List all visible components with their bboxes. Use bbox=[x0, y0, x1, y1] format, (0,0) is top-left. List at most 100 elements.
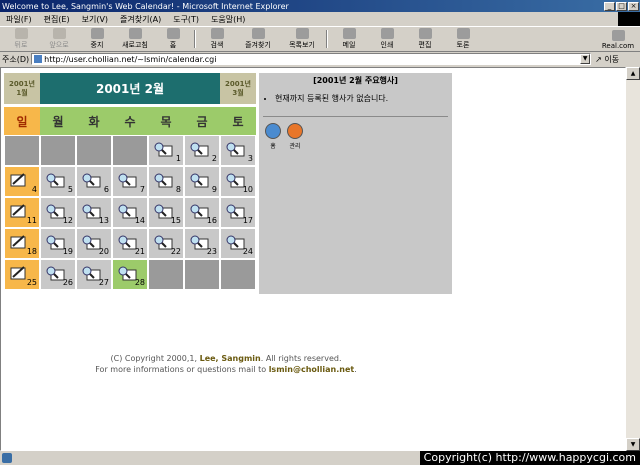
print-button[interactable]: 인쇄 bbox=[368, 27, 406, 51]
weekday-sunday: 일 bbox=[4, 107, 40, 135]
menu-edit[interactable]: 편집(E) bbox=[38, 14, 76, 25]
day-cell-28[interactable]: 28 bbox=[112, 259, 148, 290]
day-cell-15[interactable]: 15 bbox=[148, 197, 184, 228]
day-cell-25[interactable]: 25 bbox=[4, 259, 40, 290]
back-button[interactable]: 뒤로 bbox=[2, 27, 40, 51]
history-button[interactable]: 목록보기 bbox=[280, 27, 324, 51]
home-button[interactable]: 홈 bbox=[154, 27, 192, 51]
day-cell-13[interactable]: 13 bbox=[76, 197, 112, 228]
empty-day-cell bbox=[4, 135, 40, 166]
events-actions: 홈 관리 bbox=[265, 123, 303, 150]
menu-view[interactable]: 보기(V) bbox=[76, 14, 114, 25]
toolbar-separator bbox=[194, 30, 196, 48]
day-number: 13 bbox=[98, 216, 109, 225]
day-number: 4 bbox=[31, 185, 37, 194]
close-button[interactable]: × bbox=[628, 1, 639, 11]
address-url: http://user.chollian.net/~lsmin/calendar… bbox=[44, 54, 217, 64]
status-page-icon bbox=[2, 453, 12, 463]
copyright-watermark: Copyright(c) http://www.happycgi.com bbox=[419, 451, 640, 465]
search-note-icon bbox=[82, 173, 101, 188]
status-bar: Copyright(c) http://www.happycgi.com bbox=[0, 451, 640, 465]
menu-favorites[interactable]: 즐겨찾기(A) bbox=[114, 14, 167, 25]
empty-day-cell bbox=[184, 259, 220, 290]
day-number: 1 bbox=[175, 154, 181, 163]
scroll-up-icon[interactable]: ▲ bbox=[626, 67, 640, 80]
day-cell-16[interactable]: 16 bbox=[184, 197, 220, 228]
day-cell-24[interactable]: 24 bbox=[220, 228, 256, 259]
search-note-icon bbox=[46, 173, 65, 188]
address-dropdown-button[interactable]: ▼ bbox=[580, 54, 591, 64]
back-arrow-icon bbox=[14, 28, 28, 39]
stop-button[interactable]: 중지 bbox=[78, 27, 116, 51]
day-cell-27[interactable]: 27 bbox=[76, 259, 112, 290]
footer-contact: For more informations or questions mail … bbox=[95, 365, 357, 374]
favorites-button[interactable]: 즐겨찾기 bbox=[236, 27, 280, 51]
forward-button[interactable]: 앞으로 bbox=[40, 27, 78, 51]
day-cell-20[interactable]: 20 bbox=[76, 228, 112, 259]
scroll-down-icon[interactable]: ▼ bbox=[626, 438, 640, 451]
day-number: 23 bbox=[206, 247, 217, 256]
empty-day-cell bbox=[40, 135, 76, 166]
weekday-monday: 월 bbox=[40, 107, 76, 135]
events-list: 현재까지 등록된 행사가 없습니다. bbox=[275, 93, 452, 104]
real-button[interactable]: Real.com bbox=[596, 27, 640, 51]
go-button[interactable]: ↗ 이동 bbox=[595, 54, 619, 65]
day-number: 22 bbox=[170, 247, 181, 256]
toolbar-separator bbox=[326, 30, 328, 48]
edit-button[interactable]: 편집 bbox=[406, 27, 444, 51]
day-cell-14[interactable]: 14 bbox=[112, 197, 148, 228]
prev-month-link[interactable]: 2001년 1월 bbox=[4, 73, 40, 104]
calendar-grid: 2001년 1월 2001년 2월 2001년 3월 일 월 화 수 목 금 토… bbox=[4, 73, 256, 290]
refresh-button[interactable]: 새로고침 bbox=[116, 27, 154, 51]
day-number: 12 bbox=[62, 216, 73, 225]
day-cell-10[interactable]: 10 bbox=[220, 166, 256, 197]
edit-icon bbox=[418, 28, 432, 39]
search-button[interactable]: 검색 bbox=[198, 27, 236, 51]
author-email-link[interactable]: lsmin@chollian.net bbox=[269, 365, 355, 374]
maximize-button[interactable]: □ bbox=[616, 1, 627, 11]
weekday-wednesday: 수 bbox=[112, 107, 148, 135]
day-cell-5[interactable]: 5 bbox=[40, 166, 76, 197]
vertical-scrollbar[interactable]: ▲ ▼ bbox=[626, 67, 640, 451]
empty-day-cell bbox=[148, 259, 184, 290]
day-cell-18[interactable]: 18 bbox=[4, 228, 40, 259]
day-cell-1[interactable]: 1 bbox=[148, 135, 184, 166]
day-cell-11[interactable]: 11 bbox=[4, 197, 40, 228]
day-cell-26[interactable]: 26 bbox=[40, 259, 76, 290]
minimize-button[interactable]: _ bbox=[604, 1, 615, 11]
day-number: 14 bbox=[134, 216, 145, 225]
menu-file[interactable]: 파일(F) bbox=[0, 14, 38, 25]
menu-tools[interactable]: 도구(T) bbox=[167, 14, 205, 25]
next-month-link[interactable]: 2001년 3월 bbox=[220, 73, 256, 104]
day-cell-2[interactable]: 2 bbox=[184, 135, 220, 166]
day-number: 28 bbox=[134, 278, 145, 287]
day-cell-3[interactable]: 3 bbox=[220, 135, 256, 166]
day-cell-6[interactable]: 6 bbox=[76, 166, 112, 197]
weekday-saturday: 토 bbox=[220, 107, 256, 135]
day-number: 11 bbox=[26, 216, 37, 225]
day-cell-17[interactable]: 17 bbox=[220, 197, 256, 228]
day-cell-22[interactable]: 22 bbox=[148, 228, 184, 259]
day-number: 17 bbox=[242, 216, 253, 225]
home-circle-icon bbox=[265, 123, 281, 139]
day-cell-7[interactable]: 7 bbox=[112, 166, 148, 197]
day-cell-8[interactable]: 8 bbox=[148, 166, 184, 197]
day-cell-9[interactable]: 9 bbox=[184, 166, 220, 197]
day-number: 19 bbox=[62, 247, 73, 256]
day-cell-23[interactable]: 23 bbox=[184, 228, 220, 259]
admin-link[interactable]: 관리 bbox=[287, 123, 303, 150]
menu-bar: 파일(F) 편집(E) 보기(V) 즐겨찾기(A) 도구(T) 도움말(H) bbox=[0, 12, 640, 26]
weekday-tuesday: 화 bbox=[76, 107, 112, 135]
events-panel: [2001년 2월 주요행사] 현재까지 등록된 행사가 없습니다. 홈 관리 bbox=[259, 73, 452, 294]
day-cell-19[interactable]: 19 bbox=[40, 228, 76, 259]
day-cell-4[interactable]: 4 bbox=[4, 166, 40, 197]
mail-button[interactable]: 메일 bbox=[330, 27, 368, 51]
discuss-button[interactable]: 토론 bbox=[444, 27, 482, 51]
day-cell-21[interactable]: 21 bbox=[112, 228, 148, 259]
day-cell-12[interactable]: 12 bbox=[40, 197, 76, 228]
day-number: 15 bbox=[170, 216, 181, 225]
menu-help[interactable]: 도움말(H) bbox=[205, 14, 251, 25]
address-input[interactable]: http://user.chollian.net/~lsmin/calendar… bbox=[31, 53, 592, 65]
weekday-friday: 금 bbox=[184, 107, 220, 135]
home-link[interactable]: 홈 bbox=[265, 123, 281, 150]
